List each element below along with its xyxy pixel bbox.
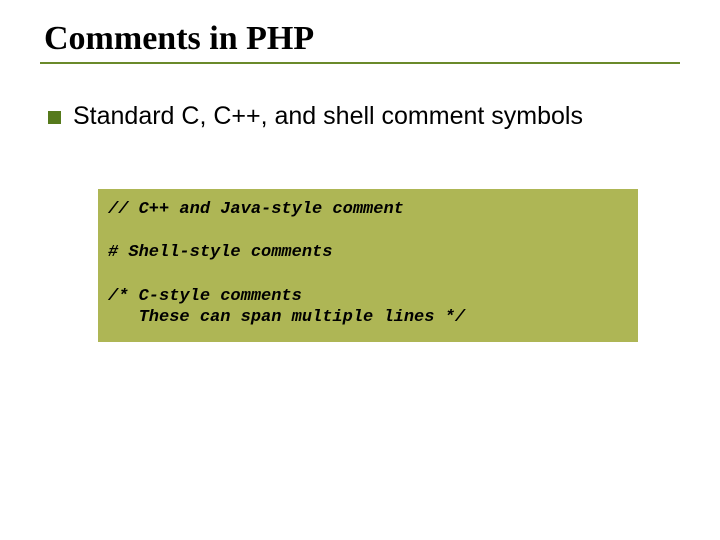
title-underline (40, 62, 680, 64)
slide-title: Comments in PHP (40, 20, 680, 58)
code-line: These can span multiple lines */ (108, 307, 628, 328)
code-example-box: // C++ and Java-style comment # Shell-st… (98, 189, 638, 342)
bullet-text: Standard C, C++, and shell comment symbo… (73, 102, 583, 131)
code-spacer (108, 220, 628, 242)
code-line: /* C-style comments (108, 286, 628, 307)
bullet-item: Standard C, C++, and shell comment symbo… (40, 102, 680, 131)
slide: Comments in PHP Standard C, C++, and she… (0, 0, 720, 540)
code-line: # Shell-style comments (108, 242, 628, 263)
code-line: // C++ and Java-style comment (108, 199, 628, 220)
square-bullet-icon (48, 111, 61, 124)
code-spacer (108, 264, 628, 286)
